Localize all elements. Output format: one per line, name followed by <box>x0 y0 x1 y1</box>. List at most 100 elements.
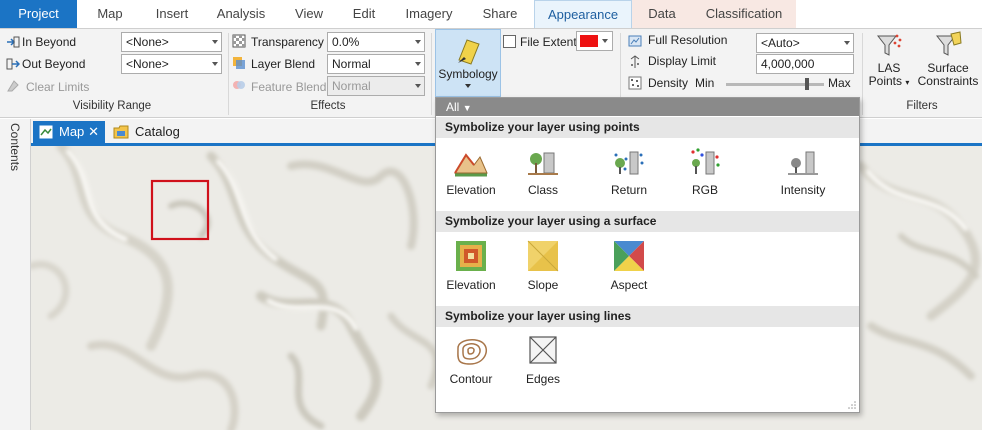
full-resolution-label[interactable]: Full Resolution <box>648 33 727 47</box>
surface-aspect-item[interactable]: Aspect <box>594 240 664 292</box>
feature-blend-icon <box>233 81 245 89</box>
tab-insert[interactable]: Insert <box>142 0 202 28</box>
points-rgb-item[interactable]: RGB <box>670 147 740 197</box>
chevron-down-icon <box>844 41 850 45</box>
symbology-icon <box>458 39 480 65</box>
contents-pane-strip[interactable]: Contents <box>0 119 31 430</box>
chevron-down-icon: ▾ <box>905 78 910 87</box>
clear-limits-icon <box>7 80 19 92</box>
clear-limits-button[interactable]: Clear Limits <box>26 80 89 94</box>
layer-blend-icon <box>233 57 245 69</box>
tab-appearance[interactable]: Appearance <box>534 0 632 29</box>
group-divider <box>862 33 863 115</box>
transparency-icon <box>232 34 246 48</box>
surface-constraints-button[interactable]: Surface Constraints <box>916 31 980 88</box>
feature-blend-select: Normal <box>327 76 425 96</box>
chevron-down-icon <box>465 84 471 88</box>
points-class-item[interactable]: Class <box>508 147 578 197</box>
group-divider <box>431 33 432 115</box>
catalog-tab-label: Catalog <box>135 124 180 139</box>
feature-blend-value: Normal <box>332 79 371 93</box>
close-icon[interactable]: ✕ <box>88 121 99 143</box>
tab-share[interactable]: Share <box>470 0 530 28</box>
elevation-points-icon <box>454 153 488 177</box>
contour-icon <box>457 339 488 365</box>
catalog-icon <box>113 125 129 139</box>
density-min-label: Min <box>695 76 715 90</box>
in-beyond-label[interactable]: In Beyond <box>22 35 76 49</box>
file-extent-label[interactable]: File Extent <box>520 35 577 49</box>
map-tab-label: Map <box>59 124 85 139</box>
ribbon-tab-bar: Project Map Insert Analysis View Edit Im… <box>0 0 982 29</box>
chevron-down-icon <box>415 62 421 66</box>
density-icon <box>628 76 642 90</box>
display-limit-input[interactable]: 4,000,000 <box>756 54 854 74</box>
filters-group-label: Filters <box>906 100 938 112</box>
lines-contour-label: Contour <box>449 372 493 386</box>
surface-slope-label: Slope <box>527 278 559 292</box>
out-beyond-label[interactable]: Out Beyond <box>22 57 85 71</box>
tab-data[interactable]: Data <box>632 0 692 28</box>
file-extent-color-picker[interactable] <box>576 31 613 51</box>
surface-constraints-line2: Constraints <box>917 74 979 88</box>
las-points-filter-button[interactable]: LAS Points ▾ <box>866 31 912 89</box>
visibility-range-group-label: Visibility Range <box>72 100 152 112</box>
density-label: Density <box>648 76 689 90</box>
gallery-filter-dropdown[interactable]: All ▼ <box>436 98 859 116</box>
transparency-input[interactable]: 0.0% <box>327 32 425 52</box>
slope-icon <box>527 240 559 272</box>
resize-grip-icon[interactable] <box>848 401 856 409</box>
display-limit-label[interactable]: Display Limit <box>648 54 716 68</box>
out-beyond-icon <box>6 58 20 70</box>
chevron-down-icon <box>602 39 608 43</box>
tab-edit[interactable]: Edit <box>340 0 388 28</box>
symbology-button[interactable]: Symbology <box>435 29 501 97</box>
tab-project[interactable]: Project <box>0 0 77 28</box>
points-rgb-label: RGB <box>691 183 718 197</box>
density-max-label: Max <box>828 76 851 90</box>
chevron-down-icon <box>212 62 218 66</box>
aspect-icon <box>614 241 644 271</box>
layer-blend-value: Normal <box>332 57 371 71</box>
layer-blend-select[interactable]: Normal <box>327 54 425 74</box>
surface-slope-item[interactable]: Slope <box>508 240 578 292</box>
full-resolution-icon <box>628 35 642 47</box>
tab-classification[interactable]: Classification <box>692 0 796 28</box>
chevron-down-icon <box>415 84 421 88</box>
display-limit-icon <box>630 55 640 68</box>
points-return-item[interactable]: Return <box>594 147 664 197</box>
full-resolution-select[interactable]: <Auto> <box>756 33 854 53</box>
points-intensity-item[interactable]: Intensity <box>768 147 838 197</box>
tab-imagery[interactable]: Imagery <box>390 0 468 28</box>
rgb-points-icon <box>691 148 720 175</box>
surface-aspect-label: Aspect <box>610 278 648 292</box>
surface-elevation-item[interactable]: Elevation <box>436 240 506 292</box>
map-view-tab[interactable]: Map ✕ <box>33 121 105 143</box>
out-beyond-select[interactable]: <None> <box>121 54 222 74</box>
effects-group-label: Effects <box>310 100 346 112</box>
in-beyond-select[interactable]: <None> <box>121 32 222 52</box>
return-points-icon <box>614 151 644 175</box>
lines-section-header: Symbolize your layer using lines <box>436 306 859 327</box>
file-extent-checkbox[interactable] <box>503 35 516 48</box>
tab-analysis[interactable]: Analysis <box>205 0 277 28</box>
class-points-icon <box>528 152 558 175</box>
chevron-down-icon: ▼ <box>462 103 472 113</box>
tab-view[interactable]: View <box>280 0 338 28</box>
points-return-label: Return <box>610 183 648 197</box>
density-slider-thumb[interactable] <box>805 78 810 90</box>
layer-blend-label[interactable]: Layer Blend <box>251 57 315 71</box>
lines-edges-label: Edges <box>525 372 561 386</box>
chevron-down-icon <box>415 40 421 44</box>
las-points-line2: Points <box>868 74 902 88</box>
points-elevation-item[interactable]: Elevation <box>436 147 506 197</box>
lines-edges-item[interactable]: Edges <box>508 336 578 386</box>
surface-section-header: Symbolize your layer using a surface <box>436 211 859 232</box>
contents-tab[interactable]: Contents <box>8 123 22 171</box>
las-filter-icon <box>876 34 902 56</box>
display-limit-value: 4,000,000 <box>761 57 815 71</box>
catalog-view-tab[interactable]: Catalog <box>109 121 180 143</box>
lines-contour-item[interactable]: Contour <box>436 336 506 386</box>
tab-map[interactable]: Map <box>80 0 140 28</box>
transparency-label[interactable]: Transparency <box>251 35 324 49</box>
